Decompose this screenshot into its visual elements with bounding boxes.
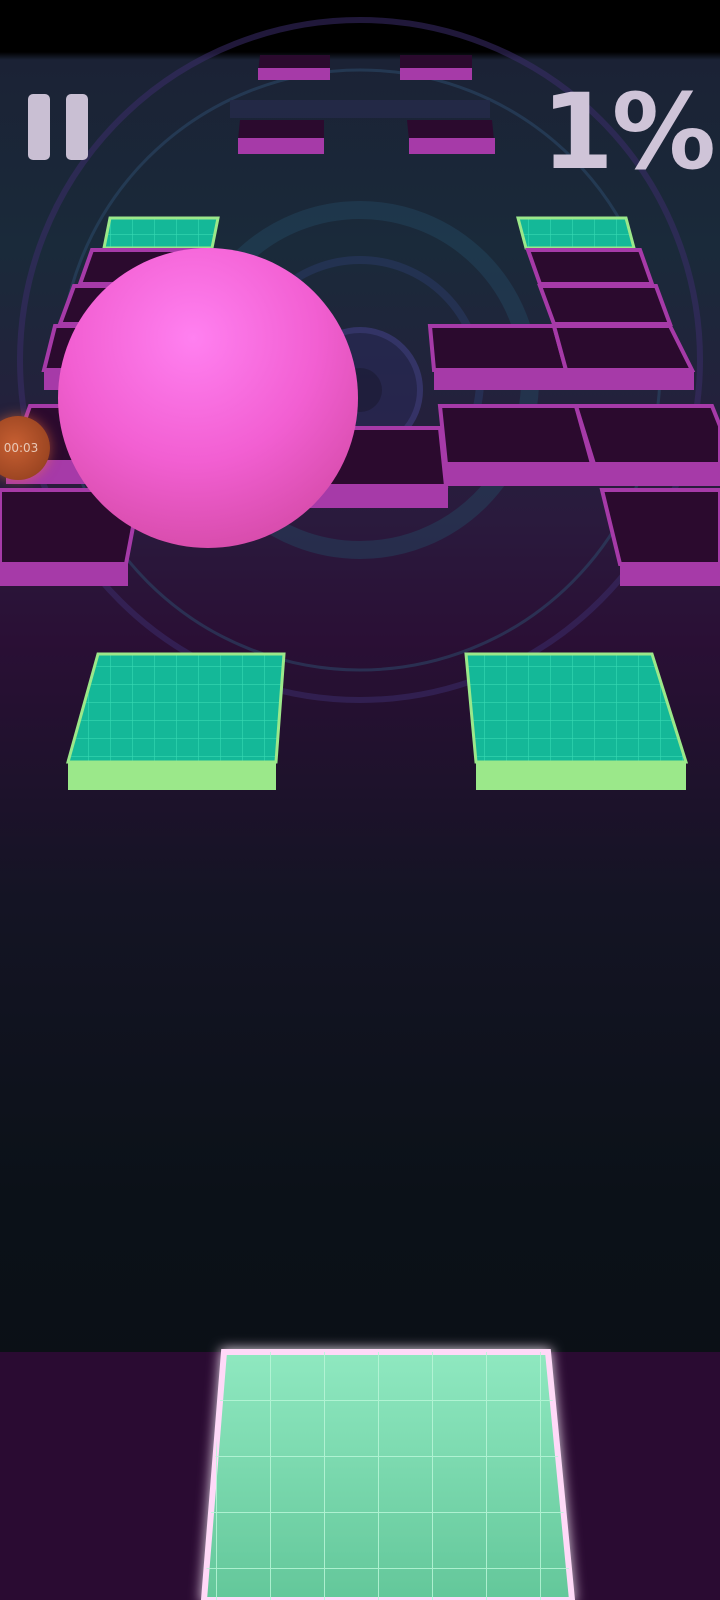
green-tile-right	[464, 652, 689, 790]
right-tiles	[427, 216, 720, 586]
pause-icon	[28, 94, 50, 160]
bottom-path	[0, 1349, 720, 1600]
pause-button[interactable]	[28, 94, 90, 160]
game-screen[interactable]: 1% 00:03	[0, 0, 720, 1600]
player-ball	[58, 248, 358, 548]
progress-percentage: 1%	[541, 71, 716, 193]
timer-text: 00:03	[3, 441, 39, 455]
game-scene	[0, 17, 720, 1600]
pause-icon-bar	[66, 94, 88, 160]
green-tile-left	[66, 652, 286, 790]
